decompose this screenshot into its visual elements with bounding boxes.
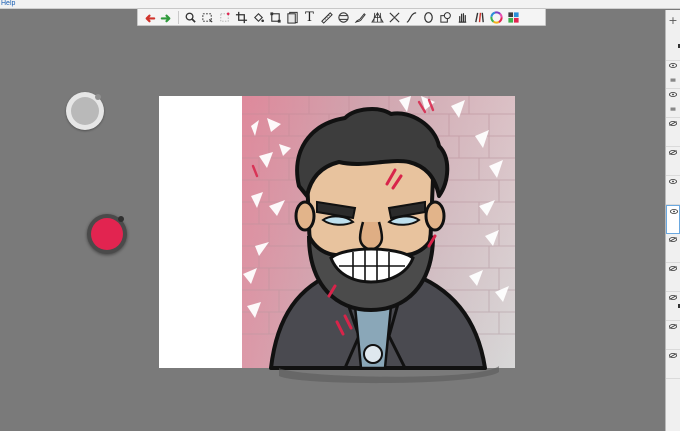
layer-row[interactable] [666, 147, 680, 176]
layers-panel: + [665, 10, 680, 431]
eye-icon[interactable] [669, 92, 677, 97]
color-puck-center [91, 218, 123, 250]
ellipse-icon[interactable] [421, 10, 436, 25]
distort-icon[interactable] [387, 10, 402, 25]
puck-handle-dot [118, 216, 124, 222]
layer-stack-icon[interactable] [285, 10, 300, 25]
toolbar-separator [178, 10, 179, 24]
color-puck[interactable] [87, 214, 127, 254]
eye-hidden-icon[interactable] [669, 121, 677, 126]
puck-handle-dot [95, 94, 101, 100]
brush-library-icon[interactable] [472, 10, 487, 25]
hand-icon[interactable] [455, 10, 470, 25]
perspective-grid-icon[interactable] [370, 10, 385, 25]
undo-icon[interactable] [142, 10, 157, 25]
layer-row[interactable] [666, 263, 680, 292]
eye-hidden-icon[interactable] [669, 295, 677, 300]
brush-icon[interactable] [353, 10, 368, 25]
transform-icon[interactable] [268, 10, 283, 25]
layer-row[interactable] [666, 118, 680, 147]
crop-icon[interactable] [234, 10, 249, 25]
layer-row[interactable] [666, 89, 680, 118]
layer-row[interactable] [666, 176, 680, 205]
eye-icon[interactable] [669, 179, 677, 184]
select-lasso-icon[interactable] [217, 10, 232, 25]
curve-icon[interactable] [404, 10, 419, 25]
eye-hidden-icon[interactable] [669, 353, 677, 358]
artwork-illustration [242, 96, 515, 384]
layer-row[interactable] [666, 234, 680, 263]
eye-hidden-icon[interactable] [669, 150, 677, 155]
select-rect-icon[interactable] [200, 10, 215, 25]
layer-row[interactable] [666, 350, 680, 379]
eye-hidden-icon[interactable] [669, 324, 677, 329]
brush-size-puck[interactable] [66, 92, 104, 130]
layer-row[interactable] [666, 32, 680, 61]
menu-help[interactable]: Help [1, 0, 15, 8]
eye-icon[interactable] [669, 63, 677, 68]
artwork-canvas[interactable] [159, 96, 515, 384]
text-tool-label: T [305, 9, 314, 25]
redo-icon[interactable] [159, 10, 174, 25]
brush-size-puck-center [71, 97, 99, 125]
eye-icon[interactable] [670, 209, 678, 214]
lock-icon[interactable] [670, 105, 676, 111]
symmetry-icon[interactable] [336, 10, 351, 25]
eye-hidden-icon[interactable] [669, 266, 677, 271]
layer-row[interactable] [666, 321, 680, 350]
main-toolbar: T [137, 8, 546, 26]
layer-row-selected[interactable] [666, 205, 680, 234]
lock-icon[interactable] [670, 76, 676, 82]
ruler-icon[interactable] [319, 10, 334, 25]
add-layer-button[interactable]: + [666, 14, 680, 28]
swatches-icon[interactable] [506, 10, 521, 25]
layer-row[interactable] [666, 292, 680, 321]
text-icon[interactable]: T [302, 10, 317, 25]
shape-icon[interactable] [438, 10, 453, 25]
fill-icon[interactable] [251, 10, 266, 25]
eye-hidden-icon[interactable] [669, 237, 677, 242]
layer-row[interactable] [666, 60, 680, 89]
zoom-icon[interactable] [183, 10, 198, 25]
color-wheel-icon[interactable] [489, 10, 504, 25]
